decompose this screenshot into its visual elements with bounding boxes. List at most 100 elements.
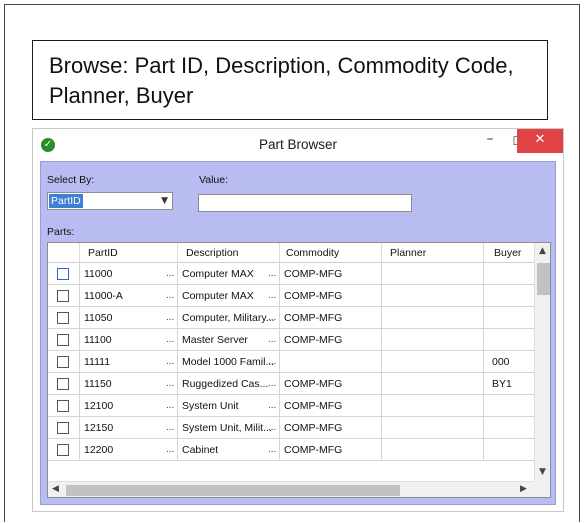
cell-description[interactable]: Computer MAX...: [178, 285, 280, 307]
header-planner[interactable]: Planner: [382, 243, 484, 263]
table-row[interactable]: 11111... Model 1000 Famil...... 000: [48, 351, 534, 373]
row-checkbox[interactable]: [57, 356, 69, 368]
row-checkbox[interactable]: [57, 422, 69, 434]
horizontal-scroll-thumb[interactable]: [66, 485, 400, 496]
lookup-ellipsis-button[interactable]: ...: [166, 351, 174, 373]
cell-description[interactable]: Ruggedized Cas......: [178, 373, 280, 395]
cell-description[interactable]: Model 1000 Famil......: [178, 351, 280, 373]
header-description[interactable]: Description: [178, 243, 280, 263]
lookup-ellipsis-button[interactable]: ...: [268, 263, 276, 285]
cell-description[interactable]: System Unit...: [178, 395, 280, 417]
lookup-ellipsis-button[interactable]: ...: [268, 351, 276, 373]
parts-grid[interactable]: PartID Description Commodity Planner Buy…: [47, 242, 551, 498]
lookup-ellipsis-button[interactable]: ...: [166, 395, 174, 417]
lookup-ellipsis-button[interactable]: ...: [166, 263, 174, 285]
cell-buyer[interactable]: 000: [484, 351, 534, 373]
lookup-ellipsis-button[interactable]: ...: [268, 373, 276, 395]
chevron-left-icon[interactable]: ◀: [52, 484, 59, 494]
cell-partid[interactable]: 11000-A...: [80, 285, 178, 307]
cell-description-text: Model 1000 Famil...: [182, 356, 275, 368]
cell-planner[interactable]: [382, 417, 484, 439]
row-checkbox[interactable]: [57, 290, 69, 302]
cell-buyer[interactable]: [484, 417, 534, 439]
cell-description[interactable]: Master Server...: [178, 329, 280, 351]
cell-buyer[interactable]: BY1: [484, 373, 534, 395]
lookup-ellipsis-button[interactable]: ...: [166, 329, 174, 351]
cell-commodity[interactable]: COMP-MFG: [280, 329, 382, 351]
close-button[interactable]: ✕: [517, 129, 563, 153]
table-row[interactable]: 12200... Cabinet... COMP-MFG: [48, 439, 534, 461]
lookup-ellipsis-button[interactable]: ...: [268, 285, 276, 307]
row-checkbox[interactable]: [57, 378, 69, 390]
horizontal-scrollbar[interactable]: ◀ ▶: [48, 481, 534, 497]
chevron-down-icon[interactable]: ▼: [539, 467, 546, 477]
cell-partid[interactable]: 11111...: [80, 351, 178, 373]
cell-partid[interactable]: 12200...: [80, 439, 178, 461]
cell-buyer[interactable]: [484, 307, 534, 329]
lookup-ellipsis-button[interactable]: ...: [268, 417, 276, 439]
cell-planner[interactable]: [382, 351, 484, 373]
value-input[interactable]: [198, 194, 412, 212]
vertical-scrollbar[interactable]: ▲ ▼: [534, 243, 550, 483]
cell-commodity[interactable]: [280, 351, 382, 373]
cell-planner[interactable]: [382, 285, 484, 307]
row-checkbox[interactable]: [57, 400, 69, 412]
cell-description[interactable]: Computer MAX...: [178, 263, 280, 285]
table-row[interactable]: 11100... Master Server... COMP-MFG: [48, 329, 534, 351]
cell-partid[interactable]: 11000...: [80, 263, 178, 285]
cell-buyer[interactable]: [484, 329, 534, 351]
cell-description[interactable]: Computer, Military......: [178, 307, 280, 329]
lookup-ellipsis-button[interactable]: ...: [268, 307, 276, 329]
cell-partid[interactable]: 11050...: [80, 307, 178, 329]
cell-planner[interactable]: [382, 395, 484, 417]
table-row[interactable]: 11000... Computer MAX... COMP-MFG: [48, 263, 534, 285]
cell-partid[interactable]: 11150...: [80, 373, 178, 395]
cell-commodity[interactable]: COMP-MFG: [280, 395, 382, 417]
lookup-ellipsis-button[interactable]: ...: [166, 373, 174, 395]
cell-commodity[interactable]: COMP-MFG: [280, 263, 382, 285]
row-checkbox[interactable]: [57, 268, 69, 280]
table-row[interactable]: 11150... Ruggedized Cas...... COMP-MFG BY1: [48, 373, 534, 395]
lookup-ellipsis-button[interactable]: ...: [166, 417, 174, 439]
cell-planner[interactable]: [382, 263, 484, 285]
cell-buyer[interactable]: [484, 395, 534, 417]
cell-commodity[interactable]: COMP-MFG: [280, 417, 382, 439]
cell-commodity[interactable]: COMP-MFG: [280, 307, 382, 329]
select-by-dropdown[interactable]: PartID ▼: [47, 192, 173, 210]
cell-description[interactable]: System Unit, Milit......: [178, 417, 280, 439]
cell-planner[interactable]: [382, 373, 484, 395]
table-row[interactable]: 11050... Computer, Military...... COMP-MFG: [48, 307, 534, 329]
lookup-ellipsis-button[interactable]: ...: [268, 329, 276, 351]
cell-planner[interactable]: [382, 439, 484, 461]
lookup-ellipsis-button[interactable]: ...: [268, 439, 276, 461]
cell-partid[interactable]: 12100...: [80, 395, 178, 417]
cell-commodity[interactable]: COMP-MFG: [280, 373, 382, 395]
cell-buyer[interactable]: [484, 439, 534, 461]
row-checkbox[interactable]: [57, 444, 69, 456]
cell-description[interactable]: Cabinet...: [178, 439, 280, 461]
minimize-button[interactable]: –: [479, 131, 501, 153]
header-commodity[interactable]: Commodity: [280, 243, 382, 263]
lookup-ellipsis-button[interactable]: ...: [166, 307, 174, 329]
header-buyer[interactable]: Buyer: [484, 243, 534, 263]
cell-partid[interactable]: 12150...: [80, 417, 178, 439]
table-row[interactable]: 12150... System Unit, Milit...... COMP-MFG: [48, 417, 534, 439]
lookup-ellipsis-button[interactable]: ...: [166, 439, 174, 461]
vertical-scroll-thumb[interactable]: [537, 263, 550, 295]
table-row[interactable]: 11000-A... Computer MAX... COMP-MFG: [48, 285, 534, 307]
row-checkbox[interactable]: [57, 312, 69, 324]
header-partid[interactable]: PartID: [80, 243, 178, 263]
cell-planner[interactable]: [382, 307, 484, 329]
chevron-right-icon[interactable]: ▶: [520, 484, 527, 494]
chevron-up-icon[interactable]: ▲: [539, 246, 546, 256]
cell-buyer[interactable]: [484, 263, 534, 285]
cell-partid[interactable]: 11100...: [80, 329, 178, 351]
cell-planner[interactable]: [382, 329, 484, 351]
lookup-ellipsis-button[interactable]: ...: [166, 285, 174, 307]
lookup-ellipsis-button[interactable]: ...: [268, 395, 276, 417]
cell-buyer[interactable]: [484, 285, 534, 307]
cell-commodity[interactable]: COMP-MFG: [280, 285, 382, 307]
cell-commodity[interactable]: COMP-MFG: [280, 439, 382, 461]
row-checkbox[interactable]: [57, 334, 69, 346]
table-row[interactable]: 12100... System Unit... COMP-MFG: [48, 395, 534, 417]
